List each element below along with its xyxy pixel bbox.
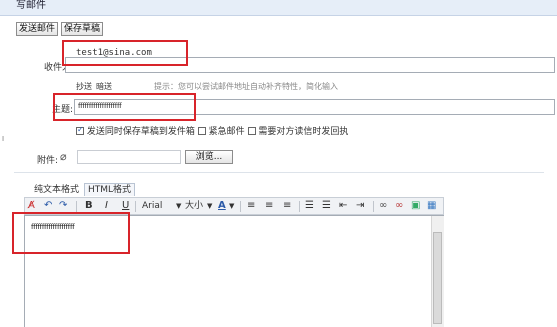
unordered-list-icon[interactable]: ☰ [322,200,331,212]
indent-icon[interactable]: ⇥ [356,200,364,212]
browse-button[interactable]: 浏览... [185,150,233,164]
read-receipt-checkbox[interactable] [247,127,256,135]
page-title: 写邮件 [16,0,46,11]
editor-scrollbar[interactable] [431,216,444,327]
paperclip-icon: ⌀ [60,150,67,163]
save-copy-checkbox[interactable]: ✓ [76,125,84,135]
outdent-icon[interactable]: ⇤ [339,200,347,212]
align-left-icon[interactable]: ≡ [247,200,255,212]
image-icon[interactable]: ▣ [411,200,420,212]
attachment-file-input[interactable] [77,150,181,164]
link-icon[interactable]: ∞ [379,200,387,212]
table-icon[interactable]: ▦ [427,200,436,212]
bold-button[interactable]: B [85,200,93,212]
edge-marker: I [2,135,5,143]
cc-link[interactable]: 抄送 [76,81,92,92]
window-header [0,0,557,16]
urgent-checkbox[interactable] [197,127,206,135]
ordered-list-icon[interactable]: ☰ [305,200,314,212]
underline-button[interactable]: U [122,200,129,212]
color-dropdown-icon[interactable]: ▼ [229,200,234,212]
subject-value: ffffffffffffffffffff [78,102,122,110]
options-row: ✓ 发送同时保存草稿到发件箱 紧急邮件 需要对方读信时发回执 [76,125,349,137]
bcc-link[interactable]: 暗送 [96,81,112,92]
autocomplete-hint: 提示：您可以尝试邮件地址自动补齐特性，简化输入 [154,82,338,91]
font-color-button[interactable]: A [218,200,226,212]
editor-highlight [12,212,130,254]
recipient-value: test1@sina.com [76,48,152,58]
divider [14,172,544,173]
align-center-icon[interactable]: ≡ [265,200,273,212]
redo-icon[interactable]: ↷ [59,200,67,212]
align-right-icon[interactable]: ≡ [283,200,291,212]
scrollbar-thumb[interactable] [433,232,442,324]
unlink-icon[interactable]: ∞ [395,200,403,212]
save-copy-label: 发送同时保存草稿到发件箱 [86,127,195,137]
tab-html[interactable]: HTML格式 [84,183,136,196]
tab-plain-text[interactable]: 纯文本格式 [30,183,83,196]
font-family-select[interactable]: Arial [142,200,162,212]
urgent-label: 紧急邮件 [208,127,245,137]
font-dropdown-icon[interactable]: ▼ [176,200,181,212]
read-receipt-label: 需要对方读信时发回执 [258,127,349,137]
send-button[interactable]: 发送邮件 [16,22,59,36]
attachment-label: 附件: [37,156,59,166]
subject-highlight [53,93,196,121]
size-dropdown-icon[interactable]: ▼ [207,200,212,212]
clear-format-icon[interactable]: A̸ [28,200,35,212]
save-draft-button[interactable]: 保存草稿 [61,22,104,36]
checkmark-icon: ✓ [77,125,84,134]
font-size-select[interactable]: 大小 [185,200,203,212]
undo-icon[interactable]: ↶ [44,200,52,212]
italic-button[interactable]: I [105,200,108,212]
